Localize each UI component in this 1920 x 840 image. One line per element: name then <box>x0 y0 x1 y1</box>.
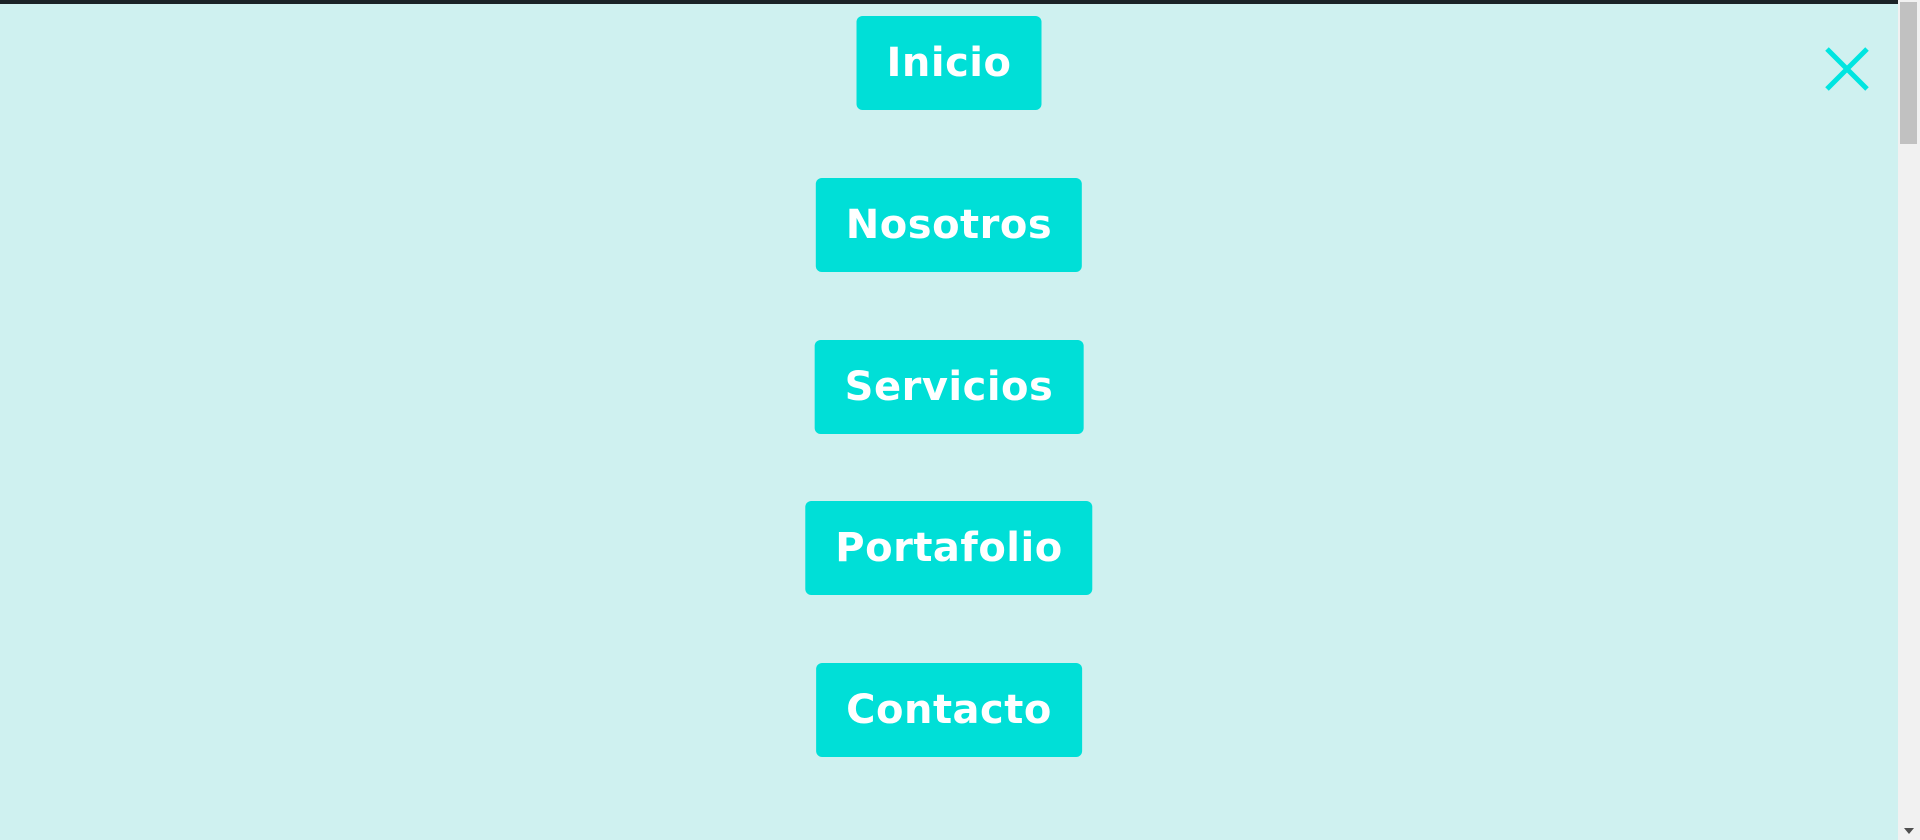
menu-item-servicios[interactable]: Servicios <box>814 340 1084 434</box>
vertical-scrollbar[interactable] <box>1898 0 1920 840</box>
menu-item-contacto[interactable]: Contacto <box>816 663 1082 757</box>
menu-item-inicio[interactable]: Inicio <box>856 16 1042 110</box>
menu-item-portafolio[interactable]: Portafolio <box>805 501 1093 595</box>
menu-item-nosotros[interactable]: Nosotros <box>815 178 1083 272</box>
scrollbar-thumb[interactable] <box>1900 2 1917 144</box>
mobile-menu-overlay: Inicio Nosotros Servicios Portafolio Con… <box>0 0 1920 840</box>
close-icon <box>1825 47 1869 91</box>
close-menu-button[interactable] <box>1822 44 1872 94</box>
scroll-down-arrow-icon[interactable] <box>1898 823 1920 840</box>
nav-menu: Inicio Nosotros Servicios Portafolio Con… <box>0 0 1898 840</box>
